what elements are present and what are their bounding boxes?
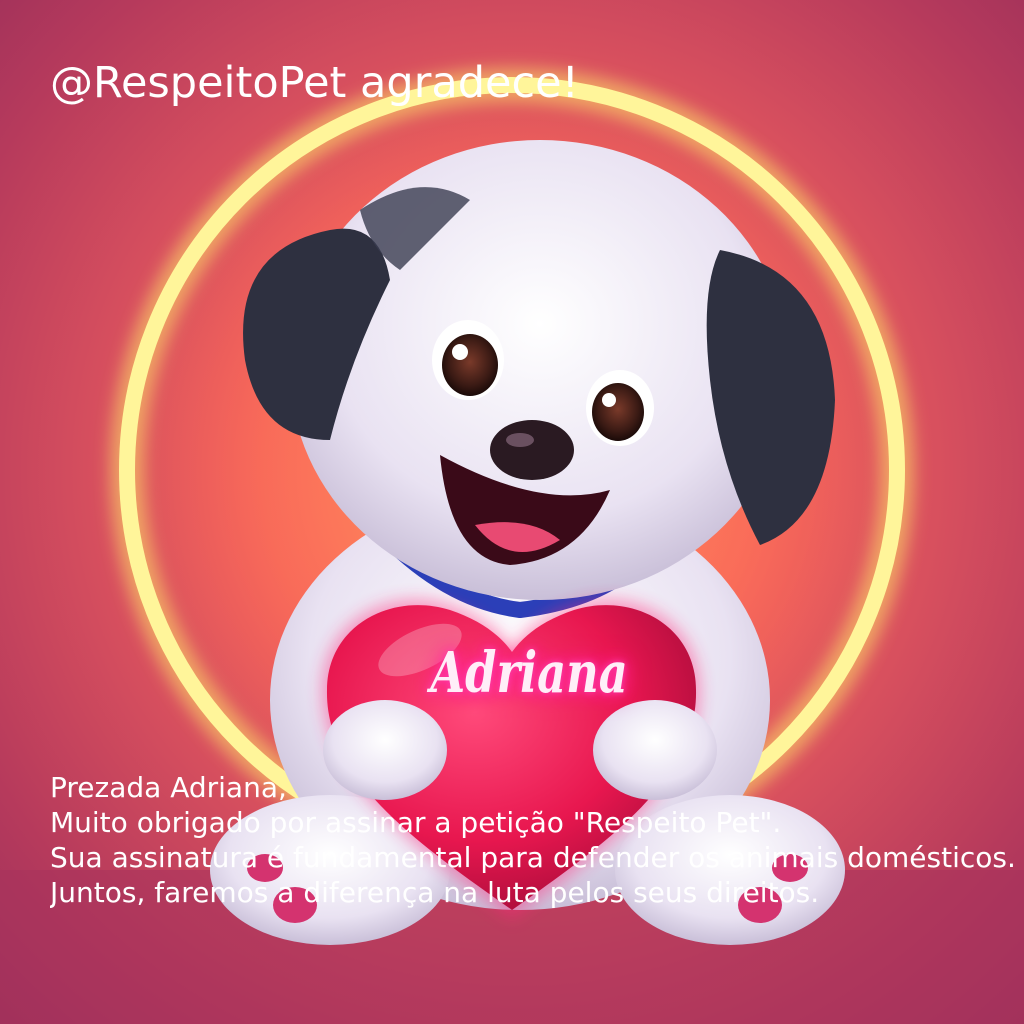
- puppy-left-eye-highlight: [452, 344, 468, 360]
- message-line: Juntos, faremos a diferença na luta pelo…: [50, 876, 820, 909]
- puppy-right-eye-highlight: [602, 393, 616, 407]
- message-line: Prezada Adriana,: [50, 771, 287, 804]
- thank-you-message: Prezada Adriana, Muito obrigado por assi…: [50, 770, 1024, 910]
- puppy-nose: [490, 420, 574, 480]
- puppy-nose-highlight: [506, 433, 534, 447]
- message-line: Muito obrigado por assinar a petição "Re…: [50, 806, 782, 839]
- puppy-right-eye: [592, 383, 644, 441]
- greeting-card: Adriana @RespeitoPet agradece! Prezada A…: [0, 0, 1024, 1024]
- headline: @RespeitoPet agradece!: [50, 58, 579, 108]
- heart-name: Adriana: [430, 640, 628, 706]
- puppy-left-eye: [442, 334, 498, 396]
- message-line: Sua assinatura é fundamental para defend…: [50, 841, 1016, 874]
